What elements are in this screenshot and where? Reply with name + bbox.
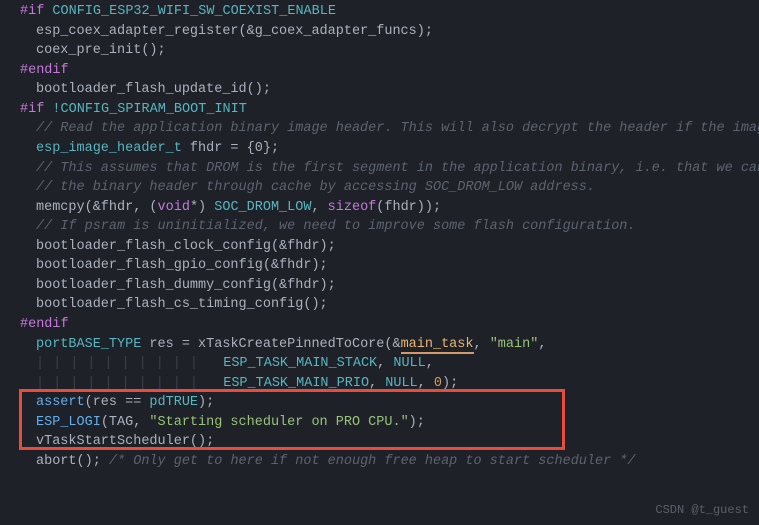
code-line: // the binary header through cache by ac…	[0, 178, 759, 198]
code-line: // This assumes that DROM is the first s…	[0, 159, 759, 179]
code-line: portBASE_TYPE res = xTaskCreatePinnedToC…	[0, 335, 759, 355]
code-line: abort(); /* Only get to here if not enou…	[0, 452, 759, 472]
preprocessor-endif: #endif	[20, 63, 69, 78]
indent-guides: ||||||||||	[36, 374, 207, 394]
code-line: memcpy(&fhdr, (void*) SOC_DROM_LOW, size…	[0, 198, 759, 218]
code-line: coex_pre_init();	[0, 41, 759, 61]
string-literal: "Starting scheduler on PRO CPU."	[149, 415, 408, 430]
macro-name: CONFIG_ESP32_WIFI_SW_COEXIST_ENABLE	[44, 4, 336, 19]
indent-guides: ||||||||||	[36, 354, 207, 374]
comment: // Read the application binary image hea…	[36, 121, 759, 136]
code-line: bootloader_flash_gpio_config(&fhdr);	[0, 256, 759, 276]
string-literal: "main"	[490, 337, 539, 352]
code-line: |||||||||| ESP_TASK_MAIN_STACK, NULL,	[0, 354, 759, 374]
type-name: esp_image_header_t	[36, 141, 182, 156]
code-line: esp_coex_adapter_register(&g_coex_adapte…	[0, 22, 759, 42]
comment: /* Only get to here if not enough free h…	[109, 454, 636, 469]
code-line: bootloader_flash_cs_timing_config();	[0, 295, 759, 315]
preprocessor-directive: #if	[20, 102, 44, 117]
comment: // This assumes that DROM is the first s…	[36, 161, 759, 176]
code-line: #endif	[0, 61, 759, 81]
preprocessor-directive: #if	[20, 4, 44, 19]
code-line: // Read the application binary image hea…	[0, 119, 759, 139]
code-line: #if !CONFIG_SPIRAM_BOOT_INIT	[0, 100, 759, 120]
macro-name: !CONFIG_SPIRAM_BOOT_INIT	[44, 102, 247, 117]
code-line: bootloader_flash_dummy_config(&fhdr);	[0, 276, 759, 296]
preprocessor-endif: #endif	[20, 317, 69, 332]
code-line: #endif	[0, 315, 759, 335]
code-line: |||||||||| ESP_TASK_MAIN_PRIO, NULL, 0);	[0, 374, 759, 394]
highlighted-symbol: main_task	[401, 337, 474, 354]
code-line: bootloader_flash_update_id();	[0, 80, 759, 100]
comment: // the binary header through cache by ac…	[36, 180, 595, 195]
code-line: assert(res == pdTRUE);	[0, 393, 759, 413]
code-line: #if CONFIG_ESP32_WIFI_SW_COEXIST_ENABLE	[0, 2, 759, 22]
code-line: bootloader_flash_clock_config(&fhdr);	[0, 237, 759, 257]
watermark: CSDN @t_guest	[655, 502, 749, 519]
comment: // If psram is uninitialized, we need to…	[36, 219, 636, 234]
code-editor: #if CONFIG_ESP32_WIFI_SW_COEXIST_ENABLE …	[0, 0, 759, 474]
code-line: ESP_LOGI(TAG, "Starting scheduler on PRO…	[0, 413, 759, 433]
code-line: // If psram is uninitialized, we need to…	[0, 217, 759, 237]
type-name: portBASE_TYPE	[36, 337, 141, 352]
code-line: esp_image_header_t fhdr = {0};	[0, 139, 759, 159]
code-line: vTaskStartScheduler();	[0, 432, 759, 452]
